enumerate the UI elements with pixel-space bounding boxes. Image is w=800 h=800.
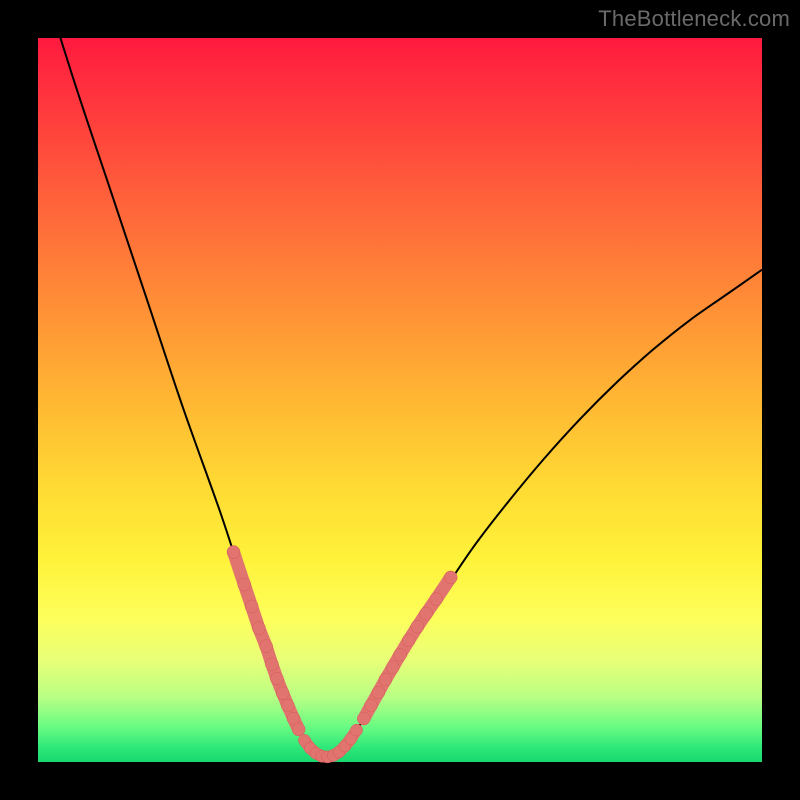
curve-marker	[292, 723, 305, 736]
curve-marker	[372, 686, 385, 699]
curve-svg	[38, 38, 762, 762]
curve-marker	[411, 620, 424, 633]
curve-marker	[245, 600, 258, 613]
curve-marker	[281, 699, 294, 712]
plot-area	[38, 38, 762, 762]
curve-marker	[420, 607, 433, 620]
chart-stage: TheBottleneck.com	[0, 0, 800, 800]
curve-marker	[265, 658, 278, 671]
curve-marker	[379, 673, 392, 686]
curve-marker	[357, 712, 370, 725]
curve-marker	[386, 661, 399, 674]
curve-marker	[276, 687, 289, 700]
curve-marker	[270, 672, 283, 685]
curve-marker	[227, 546, 240, 559]
curve-marker	[430, 593, 443, 606]
curve-marker	[252, 622, 265, 635]
marker-layer	[227, 546, 457, 763]
curve-marker	[444, 571, 457, 584]
curve-marker	[394, 648, 407, 661]
curve-marker	[365, 699, 378, 712]
watermark-text: TheBottleneck.com	[598, 6, 790, 32]
curve-marker	[402, 634, 415, 647]
curve-marker	[351, 724, 363, 736]
curve-marker	[238, 578, 251, 591]
curve-marker	[260, 640, 273, 653]
